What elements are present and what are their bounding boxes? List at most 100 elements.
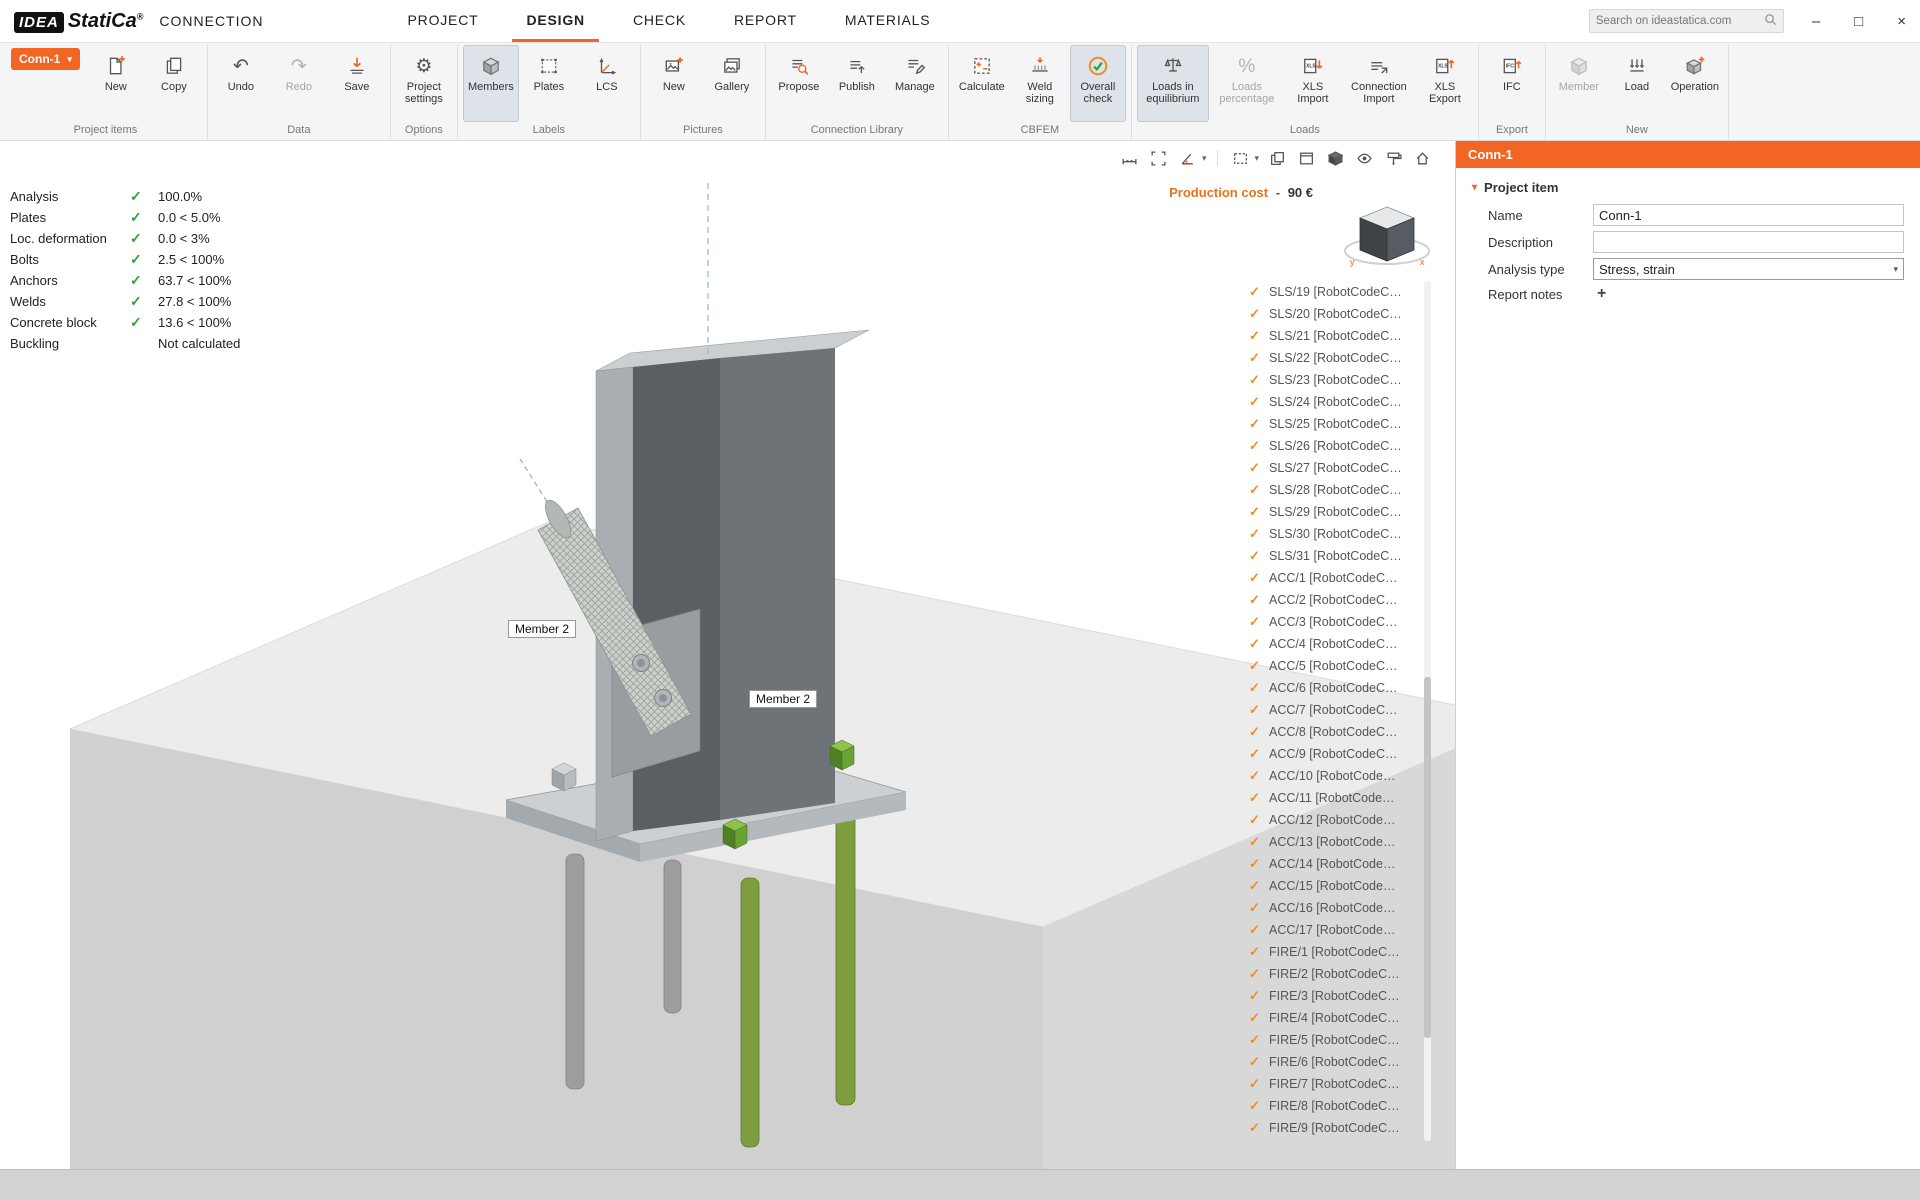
load-case-item[interactable]: ✓ SLS/31 [RobotCodeC…	[1249, 545, 1421, 567]
load-case-item[interactable]: ✓ SLS/22 [RobotCodeC…	[1249, 347, 1421, 369]
new-picture-button[interactable]: New	[646, 45, 702, 122]
xls-export-button[interactable]: XLS XLS Export	[1417, 45, 1473, 122]
viewport-3d[interactable]: y x Analysis ✓ 100.0% Plates ✓ 0.0 < 5.0…	[0, 141, 1455, 1169]
manage-button[interactable]: Manage	[887, 45, 943, 122]
xls-import-button[interactable]: XLS XLS Import	[1285, 45, 1341, 122]
loads-percentage-button[interactable]: % Loads percentage	[1211, 45, 1283, 122]
minimize-button[interactable]: –	[1812, 13, 1820, 30]
load-case-item[interactable]: ✓ ACC/13 [RobotCode…	[1249, 831, 1421, 853]
weld-sizing-button[interactable]: Weld sizing	[1012, 45, 1068, 122]
load-case-item[interactable]: ✓ SLS/30 [RobotCodeC…	[1249, 523, 1421, 545]
search-box[interactable]	[1589, 9, 1784, 33]
description-field[interactable]	[1593, 231, 1904, 253]
load-case-item[interactable]: ✓ FIRE/9 [RobotCodeC…	[1249, 1117, 1421, 1139]
load-case-item[interactable]: ✓ ACC/14 [RobotCode…	[1249, 853, 1421, 875]
propose-button[interactable]: Propose	[771, 45, 827, 122]
new-load-button[interactable]: Load	[1609, 45, 1665, 122]
load-case-item[interactable]: ✓ FIRE/1 [RobotCodeC…	[1249, 941, 1421, 963]
load-case-item[interactable]: ✓ FIRE/5 [RobotCodeC…	[1249, 1029, 1421, 1051]
new-view-icon[interactable]	[1295, 147, 1317, 169]
load-case-item[interactable]: ✓ ACC/12 [RobotCode…	[1249, 809, 1421, 831]
calculate-button[interactable]: Calculate	[954, 45, 1010, 122]
menu-report[interactable]: REPORT	[720, 0, 811, 42]
load-case-item[interactable]: ✓ SLS/29 [RobotCodeC…	[1249, 501, 1421, 523]
ifc-export-button[interactable]: IFC IFC	[1484, 45, 1540, 122]
new-project-item-button[interactable]: New	[88, 45, 144, 122]
load-case-item[interactable]: ✓ ACC/6 [RobotCodeC…	[1249, 677, 1421, 699]
load-case-item[interactable]: ✓ SLS/21 [RobotCodeC…	[1249, 325, 1421, 347]
zoom-fit-icon[interactable]	[1148, 147, 1170, 169]
load-case-item[interactable]: ✓ ACC/8 [RobotCodeC…	[1249, 721, 1421, 743]
home-view-icon[interactable]	[1411, 147, 1433, 169]
rotate-view-icon[interactable]	[1177, 147, 1199, 169]
view-cube[interactable]: y x	[1345, 207, 1429, 267]
load-case-item[interactable]: ✓ FIRE/4 [RobotCodeC…	[1249, 1007, 1421, 1029]
member-label[interactable]: Member 2	[508, 620, 576, 638]
close-button[interactable]: ×	[1897, 13, 1906, 30]
selection-mode-icon[interactable]	[1229, 147, 1251, 169]
overall-check-button[interactable]: Overall check	[1070, 45, 1126, 122]
copy-view-icon[interactable]	[1266, 147, 1288, 169]
load-case-item[interactable]: ✓ SLS/23 [RobotCodeC…	[1249, 369, 1421, 391]
load-case-item[interactable]: ✓ ACC/9 [RobotCodeC…	[1249, 743, 1421, 765]
new-operation-button[interactable]: Operation	[1667, 45, 1723, 122]
new-member-button[interactable]: Member	[1551, 45, 1607, 122]
undo-button[interactable]: ↶ Undo	[213, 45, 269, 122]
lcs-labels-button[interactable]: LCS	[579, 45, 635, 122]
load-case-item[interactable]: ✓ ACC/3 [RobotCodeC…	[1249, 611, 1421, 633]
load-case-item[interactable]: ✓ ACC/7 [RobotCodeC…	[1249, 699, 1421, 721]
menu-materials[interactable]: MATERIALS	[831, 0, 945, 42]
load-case-item[interactable]: ✓ ACC/16 [RobotCode…	[1249, 897, 1421, 919]
load-case-item[interactable]: ✓ SLS/25 [RobotCodeC…	[1249, 413, 1421, 435]
measure-icon[interactable]	[1119, 147, 1141, 169]
analysis-type-select[interactable]: Stress, strain ▾	[1593, 258, 1904, 280]
load-case-item[interactable]: ✓ SLS/26 [RobotCodeC…	[1249, 435, 1421, 457]
analysis-type-row: Analysis type Stress, strain ▾	[1488, 258, 1904, 280]
load-case-item[interactable]: ✓ ACC/15 [RobotCode…	[1249, 875, 1421, 897]
load-case-item[interactable]: ✓ SLS/28 [RobotCodeC…	[1249, 479, 1421, 501]
load-case-item[interactable]: ✓ FIRE/8 [RobotCodeC…	[1249, 1095, 1421, 1117]
load-case-item[interactable]: ✓ ACC/5 [RobotCodeC…	[1249, 655, 1421, 677]
load-case-item[interactable]: ✓ FIRE/2 [RobotCodeC…	[1249, 963, 1421, 985]
menu-project[interactable]: PROJECT	[394, 0, 493, 42]
load-case-item[interactable]: ✓ FIRE/3 [RobotCodeC…	[1249, 985, 1421, 1007]
project-item-section-header[interactable]: ▾ Project item	[1472, 180, 1904, 195]
member-label[interactable]: Member 2	[749, 690, 817, 708]
name-field[interactable]	[1593, 204, 1904, 226]
render-mode-icon[interactable]	[1382, 147, 1404, 169]
load-case-item[interactable]: ✓ ACC/10 [RobotCode…	[1249, 765, 1421, 787]
add-report-note-button[interactable]: +	[1593, 285, 1610, 303]
chevron-down-icon[interactable]: ▾	[1254, 153, 1259, 164]
publish-button[interactable]: Publish	[829, 45, 885, 122]
scrollbar-thumb[interactable]	[1424, 677, 1431, 1038]
members-labels-button[interactable]: Members	[463, 45, 519, 122]
load-case-item[interactable]: ✓ ACC/11 [RobotCode…	[1249, 787, 1421, 809]
load-case-item[interactable]: ✓ ACC/2 [RobotCodeC…	[1249, 589, 1421, 611]
loads-in-equilibrium-button[interactable]: Loads in equilibrium	[1137, 45, 1209, 122]
solid-view-icon[interactable]	[1324, 147, 1346, 169]
gallery-button[interactable]: Gallery	[704, 45, 760, 122]
copy-project-item-button[interactable]: Copy	[146, 45, 202, 122]
load-case-item[interactable]: ✓ SLS/24 [RobotCodeC…	[1249, 391, 1421, 413]
load-case-item[interactable]: ✓ ACC/1 [RobotCodeC…	[1249, 567, 1421, 589]
plates-labels-button[interactable]: Plates	[521, 45, 577, 122]
redo-button[interactable]: ↷ Redo	[271, 45, 327, 122]
menu-design[interactable]: DESIGN	[512, 0, 598, 42]
load-case-item[interactable]: ✓ FIRE/7 [RobotCodeC…	[1249, 1073, 1421, 1095]
load-case-item[interactable]: ✓ ACC/4 [RobotCodeC…	[1249, 633, 1421, 655]
menu-check[interactable]: CHECK	[619, 0, 700, 42]
connection-import-button[interactable]: Connection Import	[1343, 45, 1415, 122]
maximize-button[interactable]: □	[1854, 13, 1863, 30]
load-case-item[interactable]: ✓ FIRE/6 [RobotCodeC…	[1249, 1051, 1421, 1073]
connection-selector[interactable]: Conn-1 ▾	[11, 48, 80, 70]
load-case-item[interactable]: ✓ SLS/27 [RobotCodeC…	[1249, 457, 1421, 479]
load-case-item[interactable]: ✓ SLS/20 [RobotCodeC…	[1249, 303, 1421, 325]
load-case-item[interactable]: ✓ SLS/19 [RobotCodeC…	[1249, 281, 1421, 303]
load-case-scrollbar[interactable]	[1424, 281, 1431, 1141]
visibility-icon[interactable]	[1353, 147, 1375, 169]
load-case-item[interactable]: ✓ ACC/17 [RobotCode…	[1249, 919, 1421, 941]
search-input[interactable]	[1596, 15, 1764, 27]
save-button[interactable]: Save	[329, 45, 385, 122]
project-settings-button[interactable]: ⚙ Project settings	[396, 45, 452, 122]
chevron-down-icon[interactable]: ▾	[1202, 153, 1207, 164]
